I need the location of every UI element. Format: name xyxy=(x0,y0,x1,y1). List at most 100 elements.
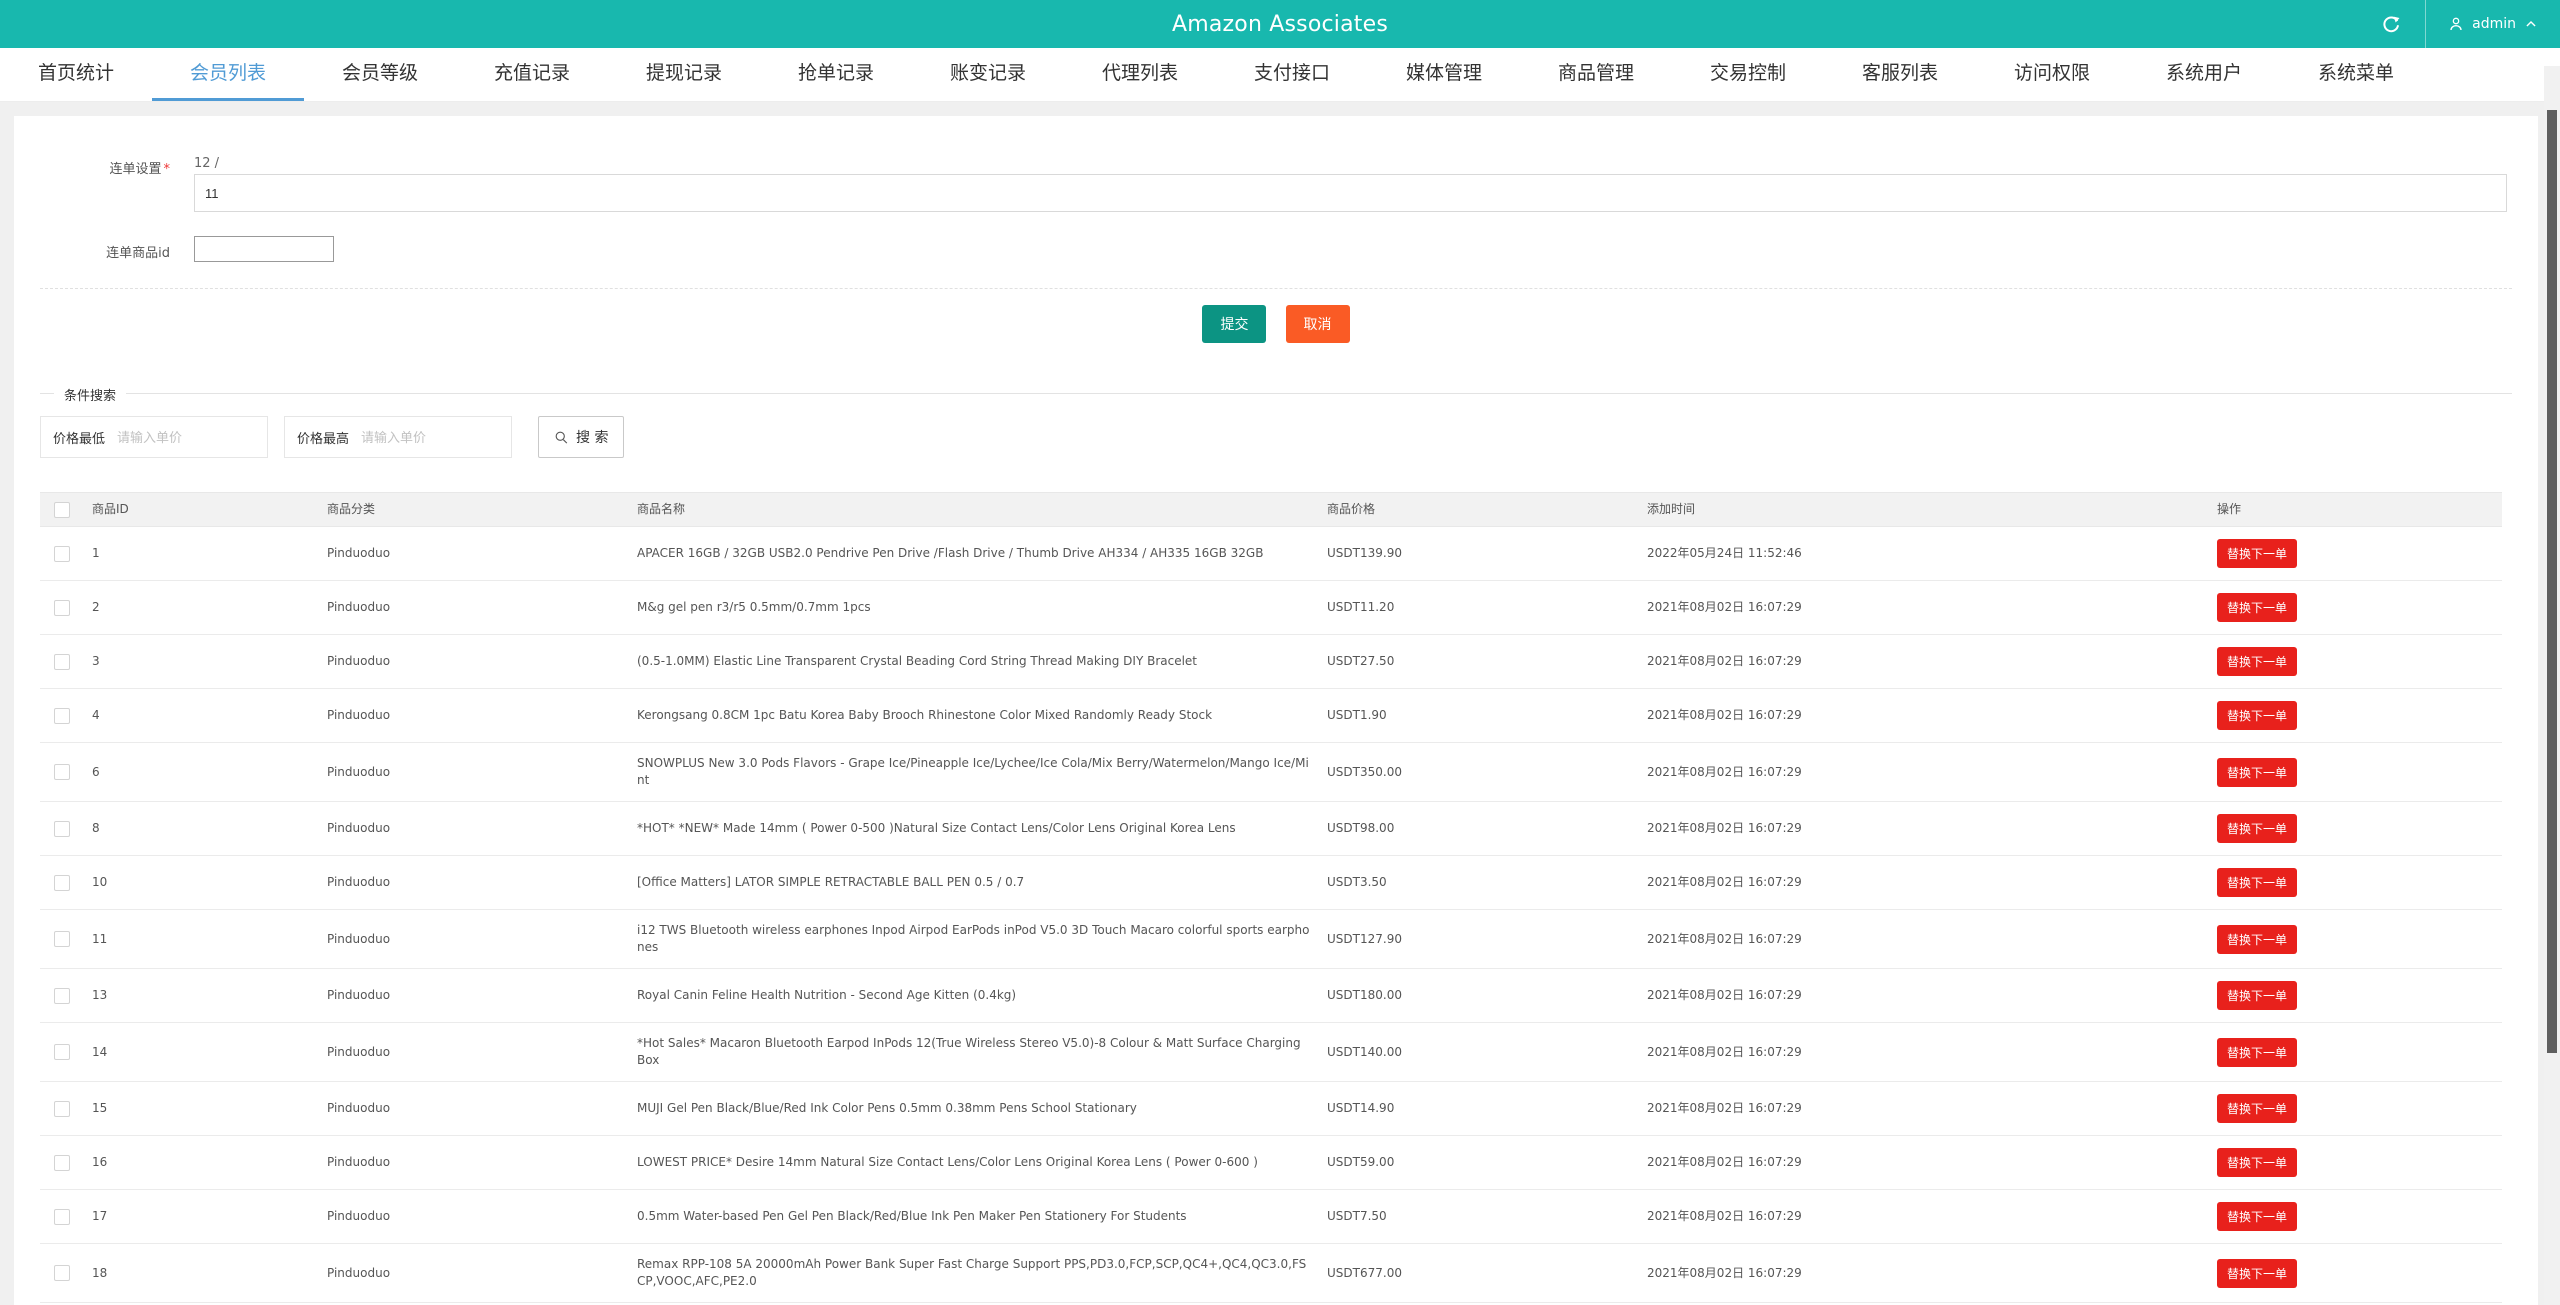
nav-tab[interactable]: 充值记录 xyxy=(456,48,608,101)
row-checkbox[interactable] xyxy=(54,653,70,670)
nav-tab[interactable]: 系统菜单 xyxy=(2280,48,2432,101)
replace-next-order-button[interactable]: 替换下一单 xyxy=(2217,981,2298,1010)
row-checkbox[interactable] xyxy=(54,764,70,780)
nav-tab[interactable]: 代理列表 xyxy=(1064,48,1216,101)
col-header-product-id: 商品ID xyxy=(84,492,319,527)
cell-product-id: 3 xyxy=(84,634,319,689)
form-buttons: 提交 取消 xyxy=(40,305,2512,343)
replace-next-order-button[interactable]: 替换下一单 xyxy=(2217,924,2298,954)
nav-tab[interactable]: 访问权限 xyxy=(1976,48,2128,101)
replace-next-order-button[interactable]: 替换下一单 xyxy=(2217,1202,2298,1231)
nav-tab-label: 提现记录 xyxy=(645,62,722,84)
cell-product-name: [Office Matters] LATOR SIMPLE RETRACTABL… xyxy=(629,855,1319,910)
row-checkbox[interactable] xyxy=(54,545,70,562)
cell-category: Pinduoduo xyxy=(319,909,629,969)
col-header-price: 商品价格 xyxy=(1319,492,1639,527)
nav-tab-label: 充值记录 xyxy=(493,62,570,84)
min-price-group: 价格最低 xyxy=(40,416,269,458)
cell-time: 2021年08月02日 16:07:29 xyxy=(1639,580,2209,635)
app-header: Amazon Associates admin xyxy=(0,0,2560,48)
cell-time: 2021年08月02日 16:07:29 xyxy=(1639,634,2209,689)
refresh-button[interactable] xyxy=(2357,0,2425,48)
col-header-category: 商品分类 xyxy=(319,492,629,527)
replace-next-order-button[interactable]: 替换下一单 xyxy=(2217,1258,2298,1288)
cell-category: Pinduoduo xyxy=(319,1243,629,1303)
nav-tab[interactable]: 抢单记录 xyxy=(760,48,912,101)
replace-next-order-button[interactable]: 替换下一单 xyxy=(2217,868,2298,897)
max-price-input[interactable] xyxy=(361,429,512,445)
row-checkbox[interactable] xyxy=(54,874,70,891)
row-checkbox[interactable] xyxy=(54,1100,70,1117)
search-icon xyxy=(554,430,569,445)
replace-next-order-button[interactable]: 替换下一单 xyxy=(2217,593,2298,622)
replace-next-order-button[interactable]: 替换下一单 xyxy=(2217,757,2298,787)
nav-tab-label: 抢单记录 xyxy=(797,62,874,84)
nav-tab-label: 首页统计 xyxy=(37,62,114,84)
nav-tab[interactable]: 账变记录 xyxy=(912,48,1064,101)
nav-tab-bar: 首页统计 会员列表 会员等级 充值记录 提现记录 抢单记录 账变记录 代理列表 … xyxy=(0,48,2560,102)
chevron-up-icon xyxy=(2524,17,2538,31)
nav-tab-label: 访问权限 xyxy=(2013,62,2090,84)
replace-next-order-button[interactable]: 替换下一单 xyxy=(2217,1094,2298,1123)
nav-tab-label: 客服列表 xyxy=(1861,62,1938,84)
nav-tab[interactable]: 交易控制 xyxy=(1672,48,1824,101)
username-label: admin xyxy=(2472,16,2516,32)
nav-tab[interactable]: 系统用户 xyxy=(2128,48,2280,101)
cell-product-name: SNOWPLUS New 3.0 Pods Flavors - Grape Ic… xyxy=(629,742,1319,802)
submit-button[interactable]: 提交 xyxy=(1202,305,1267,343)
cell-price: USDT27.50 xyxy=(1319,634,1639,689)
replace-next-order-button[interactable]: 替换下一单 xyxy=(2217,1037,2298,1067)
cell-category: Pinduoduo xyxy=(319,855,629,910)
cell-time: 2021年08月02日 16:07:29 xyxy=(1639,742,2209,802)
nav-tab[interactable]: 商品管理 xyxy=(1520,48,1672,101)
nav-tab[interactable]: 会员等级 xyxy=(304,48,456,101)
liandan-product-id-item: 连单商品id xyxy=(40,236,2512,262)
nav-tab[interactable]: 提现记录 xyxy=(608,48,760,101)
replace-next-order-button[interactable]: 替换下一单 xyxy=(2217,1148,2298,1177)
row-checkbox[interactable] xyxy=(54,820,70,837)
cancel-button[interactable]: 取消 xyxy=(1285,305,1350,343)
cell-category: Pinduoduo xyxy=(319,580,629,635)
row-checkbox[interactable] xyxy=(54,707,70,724)
cell-price: USDT98.00 xyxy=(1319,801,1639,856)
search-legend: 条件搜索 xyxy=(54,385,127,404)
replace-next-order-button[interactable]: 替换下一单 xyxy=(2217,814,2298,843)
cell-product-id: 1 xyxy=(84,526,319,581)
min-price-input[interactable] xyxy=(117,429,268,445)
replace-next-order-button[interactable]: 替换下一单 xyxy=(2217,647,2298,676)
nav-tab-label: 会员等级 xyxy=(341,62,418,84)
replace-next-order-button[interactable]: 替换下一单 xyxy=(2217,539,2298,568)
replace-next-order-button[interactable]: 替换下一单 xyxy=(2217,701,2298,730)
table-row: 18 Pinduoduo Remax RPP-108 5A 20000mAh P… xyxy=(40,1243,2502,1303)
row-checkbox[interactable] xyxy=(54,599,70,616)
select-all-checkbox[interactable] xyxy=(54,501,70,518)
cell-category: Pinduoduo xyxy=(319,1081,629,1136)
nav-tab-label: 账变记录 xyxy=(949,62,1026,84)
cell-price: USDT140.00 xyxy=(1319,1022,1639,1082)
row-checkbox[interactable] xyxy=(54,987,70,1004)
col-header-time: 添加时间 xyxy=(1639,492,2209,527)
liandan-value-input[interactable] xyxy=(194,174,2507,212)
row-checkbox[interactable] xyxy=(54,1208,70,1225)
vertical-scrollbar-thumb[interactable] xyxy=(2547,110,2557,1053)
row-checkbox[interactable] xyxy=(54,1044,70,1060)
liandan-product-id-input[interactable] xyxy=(194,236,334,262)
row-checkbox[interactable] xyxy=(54,1154,70,1171)
cell-category: Pinduoduo xyxy=(319,1189,629,1244)
nav-tab[interactable]: 会员列表 xyxy=(152,48,304,101)
nav-tab[interactable]: 客服列表 xyxy=(1824,48,1976,101)
cell-price: USDT59.00 xyxy=(1319,1135,1639,1190)
row-checkbox[interactable] xyxy=(54,931,70,947)
cell-product-name: APACER 16GB / 32GB USB2.0 Pendrive Pen D… xyxy=(629,526,1319,581)
nav-tab-label: 系统用户 xyxy=(2165,62,2242,84)
cell-price: USDT350.00 xyxy=(1319,742,1639,802)
nav-tab[interactable]: 首页统计 xyxy=(0,48,152,101)
vertical-scrollbar-track[interactable] xyxy=(2544,66,2560,1305)
table-row: 2 Pinduoduo M&g gel pen r3/r5 0.5mm/0.7m… xyxy=(40,580,2502,635)
row-checkbox[interactable] xyxy=(54,1265,70,1281)
user-menu[interactable]: admin xyxy=(2426,0,2560,48)
nav-tab[interactable]: 支付接口 xyxy=(1216,48,1368,101)
nav-tab[interactable]: 媒体管理 xyxy=(1368,48,1520,101)
search-button[interactable]: 搜 索 xyxy=(538,416,625,458)
table-row: 3 Pinduoduo (0.5-1.0MM) Elastic Line Tra… xyxy=(40,634,2502,689)
